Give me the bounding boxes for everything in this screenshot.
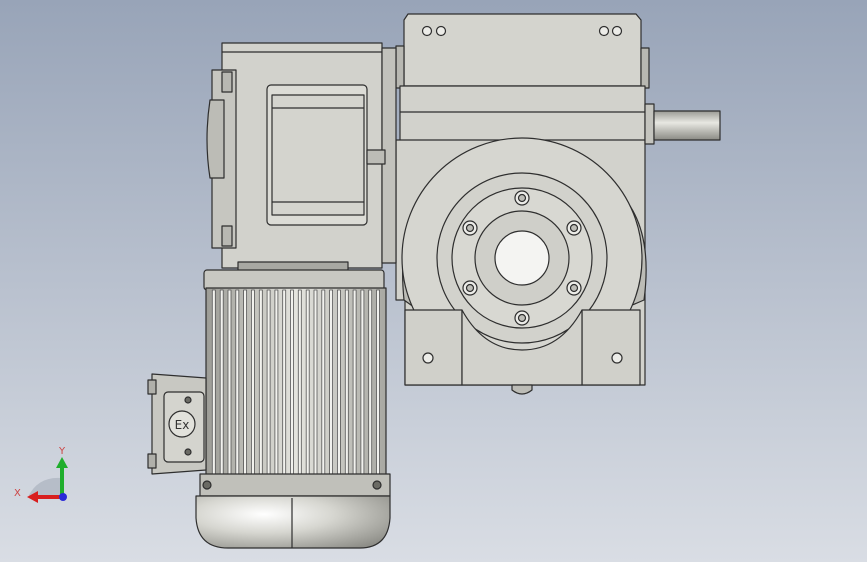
mounting-hole [598,25,610,37]
cooling-fin [376,289,380,475]
cooling-fin [360,289,365,475]
cooling-fin [219,289,224,475]
motor-fan-cap [195,495,391,549]
z-axis-dot [59,493,67,501]
terminal-screw [184,396,192,404]
cooling-fin [305,289,310,475]
cooling-fin [344,289,349,475]
cooling-fin [282,289,287,475]
cooling-fin [313,289,318,475]
plate-side-rib [640,47,650,89]
x-axis-label: X [14,488,21,499]
motor-fin-body [205,287,387,477]
cooling-fin [321,289,326,475]
cad-viewport[interactable]: Ex Y X [0,0,867,562]
cooling-fin [290,289,294,475]
output-shaft [653,110,721,141]
plate-side-rib [395,45,405,89]
flange-bolt [569,223,579,233]
cooling-fin [336,289,341,475]
side-cover-lug [221,71,233,93]
top-mounting-plate [403,13,642,87]
motor-top-ring [203,269,385,291]
drain-plug [511,384,533,395]
bottom-foot [404,309,463,386]
bearing-cap [206,99,225,179]
bottom-foot [581,309,641,386]
motor-bolt [372,480,382,490]
terminal-box[interactable]: Ex [147,373,207,475]
terminal-screw [184,448,192,456]
terminal-box-lug [147,453,157,469]
foot-bolt-hole [422,352,434,364]
cooling-fin [243,289,248,475]
output-shaft-collar [644,103,655,145]
mounting-hole [421,25,433,37]
inspection-window-inner [271,94,365,216]
cooling-fin [258,289,263,475]
cooling-fin [227,289,232,475]
y-axis-label: Y [58,446,66,457]
cooling-fin [297,289,302,475]
cooling-fin [211,289,216,475]
ex-badge-text: Ex [175,418,190,432]
terminal-box-lug [147,379,157,395]
cooling-fin [266,289,271,475]
input-gear-housing[interactable] [206,42,397,269]
cooling-fin [352,289,357,475]
electric-motor[interactable] [195,269,391,549]
flange-bolt [465,223,475,233]
foot-bolt-hole [611,352,623,364]
shaft-stub [366,149,386,165]
flange-bolt [517,313,527,323]
motor-bottom-ring [199,473,391,497]
mounting-hole [611,25,623,37]
motor-bolt [202,480,212,490]
cooling-fin [368,289,373,475]
flange-bolt [465,283,475,293]
cooling-fin [250,289,255,475]
flange-bolt [517,193,527,203]
bore-hole [494,230,550,286]
mounting-hole [435,25,447,37]
cooling-fin [329,289,334,475]
flange-bolt [569,283,579,293]
cooling-fin [235,289,240,475]
cooling-fin [274,289,279,475]
side-cover-lug [221,225,233,247]
